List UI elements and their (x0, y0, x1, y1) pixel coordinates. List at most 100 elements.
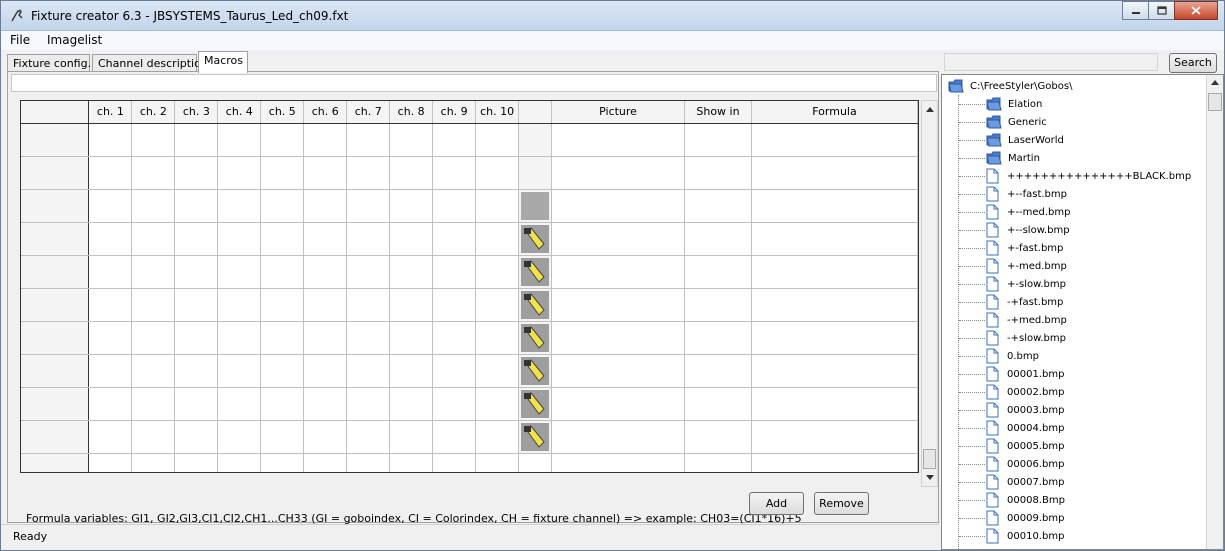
formula-cell[interactable] (751, 189, 918, 223)
remove-button[interactable]: Remove (814, 492, 869, 515)
picture-cell[interactable] (551, 387, 685, 421)
table-row[interactable] (21, 288, 918, 322)
channel-cell[interactable] (303, 387, 348, 421)
tree-folder-item[interactable]: Martin (986, 149, 1040, 167)
channel-cell[interactable] (131, 156, 176, 190)
channel-cell[interactable] (131, 123, 176, 157)
channel-cell[interactable] (475, 321, 520, 355)
channel-cell[interactable] (475, 156, 520, 190)
channel-cell[interactable] (174, 288, 219, 322)
empty-cell[interactable] (174, 453, 219, 472)
channel-cell[interactable] (346, 255, 391, 289)
table-row[interactable] (21, 321, 918, 355)
channel-cell[interactable] (260, 420, 305, 454)
channel-cell[interactable] (131, 354, 176, 388)
empty-cell[interactable] (389, 453, 434, 472)
channel-cell[interactable] (260, 321, 305, 355)
empty-cell[interactable] (131, 453, 176, 472)
tree-file-item[interactable]: 00006.bmp (986, 455, 1064, 473)
channel-cell[interactable] (303, 420, 348, 454)
column-header[interactable]: ch. 3 (174, 101, 219, 124)
channel-cell[interactable] (174, 321, 219, 355)
picture-cell[interactable] (551, 288, 685, 322)
channel-cell[interactable] (217, 420, 262, 454)
channel-cell[interactable] (217, 387, 262, 421)
empty-cell[interactable] (751, 453, 918, 472)
tree-file-item[interactable]: +--med.bmp (986, 203, 1070, 221)
channel-cell[interactable] (389, 123, 434, 157)
channel-cell[interactable] (217, 156, 262, 190)
formula-cell[interactable] (751, 123, 918, 157)
channel-cell[interactable] (174, 255, 219, 289)
macro-grid[interactable]: ch. 1 ch. 2 ch. 3 ch. 4 ch. 5 ch. 6 ch. … (20, 100, 919, 473)
tab-fixture-config[interactable]: Fixture config. (7, 54, 91, 72)
column-header[interactable]: Picture (551, 101, 685, 124)
tree-file-item[interactable]: 00003.bmp (986, 401, 1064, 419)
macro-name[interactable] (21, 222, 90, 256)
channel-cell[interactable] (432, 354, 477, 388)
tree-file-item[interactable]: 00007.bmp (986, 473, 1064, 491)
scroll-down-button[interactable] (922, 469, 937, 486)
table-row[interactable] (21, 387, 918, 421)
macro-name[interactable] (21, 288, 90, 322)
channel-cell[interactable] (88, 123, 133, 157)
show-in-cell[interactable] (684, 156, 752, 190)
channel-cell[interactable] (389, 189, 434, 223)
channel-cell[interactable] (303, 189, 348, 223)
channel-cell[interactable] (260, 123, 305, 157)
table-row[interactable] (21, 420, 918, 454)
tree-file-item[interactable]: 00005.bmp (986, 437, 1064, 455)
table-row[interactable] (21, 255, 918, 289)
channel-cell[interactable] (303, 123, 348, 157)
table-row[interactable] (21, 156, 918, 190)
macro-name[interactable] (21, 453, 90, 472)
channel-cell[interactable] (303, 354, 348, 388)
channel-cell[interactable] (389, 387, 434, 421)
table-row[interactable] (21, 354, 918, 388)
show-in-cell[interactable] (684, 123, 752, 157)
channel-cell[interactable] (260, 255, 305, 289)
channel-cell[interactable] (174, 189, 219, 223)
channel-cell[interactable] (303, 255, 348, 289)
tree-file-item[interactable]: 00009.bmp (986, 509, 1064, 527)
menu-file[interactable]: File (10, 33, 30, 47)
picture-cell[interactable] (551, 354, 685, 388)
channel-cell[interactable] (389, 321, 434, 355)
channel-cell[interactable] (131, 288, 176, 322)
formula-cell[interactable] (751, 255, 918, 289)
show-in-cell[interactable] (684, 189, 752, 223)
search-button[interactable]: Search (1169, 53, 1217, 73)
show-in-cell[interactable] (684, 387, 752, 421)
show-in-cell[interactable] (684, 321, 752, 355)
channel-cell[interactable] (174, 222, 219, 256)
channel-cell[interactable] (389, 156, 434, 190)
table-row[interactable] (21, 222, 918, 256)
channel-cell[interactable] (131, 387, 176, 421)
tree-file-item[interactable]: +--slow.bmp (986, 221, 1070, 239)
channel-cell[interactable] (174, 156, 219, 190)
tree-folder-item[interactable]: Generic (986, 113, 1047, 131)
channel-cell[interactable] (303, 222, 348, 256)
tree-file-item[interactable]: +--fast.bmp (986, 185, 1067, 203)
channel-cell[interactable] (475, 123, 520, 157)
channel-cell[interactable] (217, 189, 262, 223)
show-in-cell[interactable] (684, 354, 752, 388)
macro-edit-field[interactable] (11, 74, 937, 92)
tree-file-item[interactable]: -+med.bmp (986, 311, 1067, 329)
minimize-button[interactable] (1122, 1, 1149, 20)
picture-cell[interactable] (551, 222, 685, 256)
channel-cell[interactable] (88, 420, 133, 454)
channel-cell[interactable] (303, 156, 348, 190)
channel-cell[interactable] (346, 222, 391, 256)
channel-cell[interactable] (303, 321, 348, 355)
channel-cell[interactable] (346, 387, 391, 421)
column-header[interactable]: ch. 10 (475, 101, 520, 124)
channel-cell[interactable] (389, 255, 434, 289)
empty-cell[interactable] (346, 453, 391, 472)
tree-file-item[interactable]: 0.bmp (986, 347, 1039, 365)
channel-cell[interactable] (174, 420, 219, 454)
tree-file-item[interactable]: 00001.bmp (986, 365, 1064, 383)
show-in-cell[interactable] (684, 420, 752, 454)
channel-cell[interactable] (346, 288, 391, 322)
channel-cell[interactable] (88, 354, 133, 388)
